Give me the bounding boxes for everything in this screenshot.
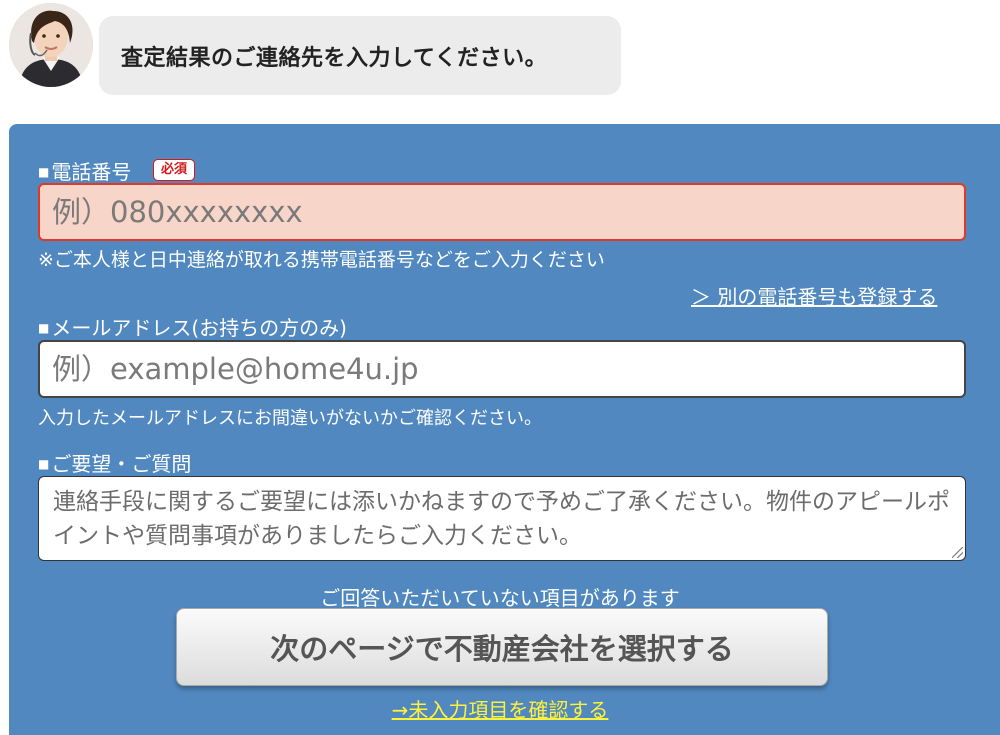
phone-label-text: 電話番号 [51, 160, 132, 184]
next-page-button[interactable]: 次のページで不動産会社を選択する [176, 608, 828, 686]
email-label-text: メールアドレス(お持ちの方のみ) [51, 316, 347, 340]
instruction-bubble: 査定結果のご連絡先を入力してください。 [99, 16, 621, 95]
bullet-square-icon: ■ [38, 457, 50, 471]
phone-note: ※ご本人様と日中連絡が取れる携帯電話番号などをご入力ください [38, 249, 605, 271]
add-phone-link[interactable]: ＞ 別の電話番号も登録する [691, 281, 937, 310]
confirm-missing-link[interactable]: →未入力項目を確認する [0, 694, 1000, 723]
operator-avatar [9, 3, 93, 87]
email-label: ■ メールアドレス(お持ちの方のみ) [38, 312, 347, 341]
email-note: 入力したメールアドレスにお間違いがないかご確認ください。 [38, 408, 542, 429]
request-textarea[interactable] [38, 476, 966, 561]
email-input[interactable] [38, 340, 966, 398]
request-label: ■ ご要望・ご質問 [38, 448, 191, 477]
bullet-square-icon: ■ [38, 165, 50, 179]
unanswered-note: ご回答いただいていない項目があります [320, 586, 680, 610]
bullet-square-icon: ■ [38, 321, 50, 335]
phone-label: ■ 電話番号 [38, 156, 131, 185]
resize-grip-icon[interactable] [952, 547, 963, 558]
phone-input[interactable] [38, 183, 966, 241]
request-label-text: ご要望・ご質問 [51, 452, 192, 476]
operator-avatar-icon [9, 3, 93, 87]
required-badge: 必須 [153, 159, 196, 181]
